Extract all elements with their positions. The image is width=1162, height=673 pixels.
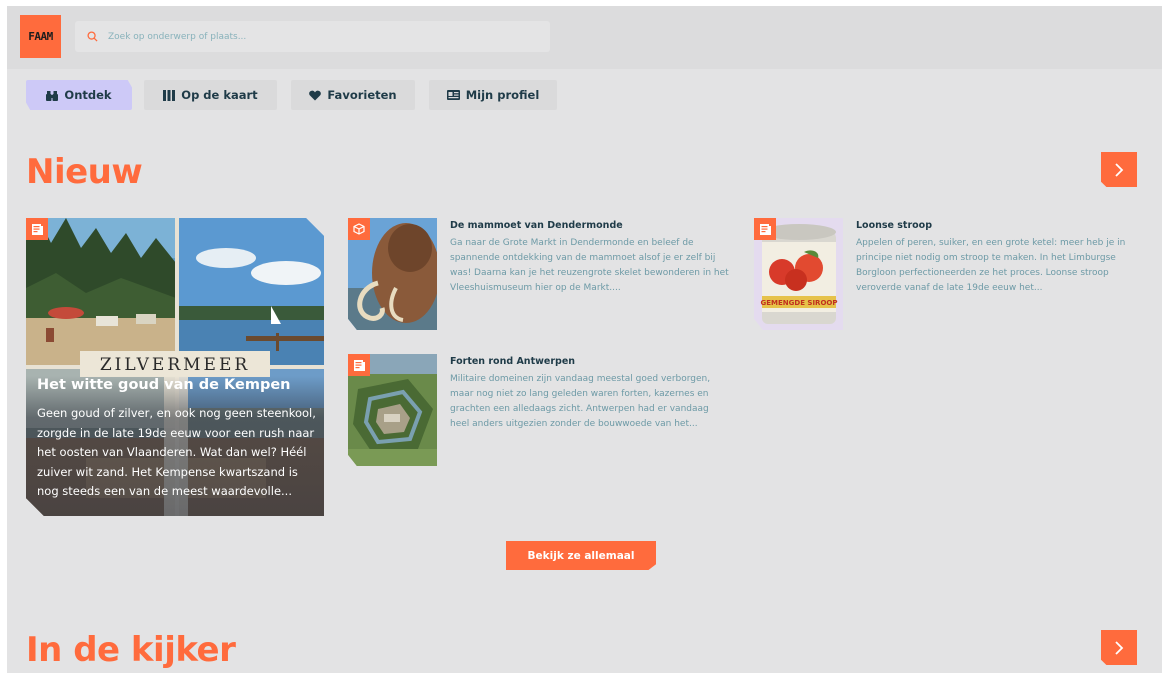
card-title: Loonse stroop — [856, 220, 933, 231]
card-text: Ga naar de Grote Markt in Dendermonde en… — [450, 238, 729, 293]
card-text: Appelen of peren, suiker, en een grote k… — [856, 238, 1126, 293]
search-input[interactable] — [108, 31, 528, 42]
chevron-right-icon — [1115, 640, 1124, 655]
tab-label: Op de kaart — [181, 88, 258, 102]
heart-icon — [309, 90, 322, 100]
article-icon — [353, 359, 365, 371]
tab-label: Mijn profiel — [465, 88, 540, 102]
article-icon — [31, 223, 43, 235]
card-mammoet[interactable]: De mammoet van Dendermonde Ga naar de Gr… — [348, 218, 729, 330]
section-title-in-de-kijker: In de kijker — [26, 630, 236, 670]
search-bar[interactable] — [75, 21, 550, 52]
card-title: De mammoet van Dendermonde — [450, 220, 623, 231]
faam-logo[interactable]: FAAM — [20, 15, 61, 58]
feature-text: Geen goud of zilver, en ook nog geen ste… — [37, 406, 316, 498]
tab-mijn-profiel[interactable]: Mijn profiel — [429, 80, 557, 110]
feature-badge — [26, 218, 48, 240]
card-forten[interactable]: Forten rond Antwerpen Militaire domeinen… — [348, 354, 728, 466]
top-bar: FAAM — [7, 6, 1162, 69]
card-badge — [754, 218, 776, 240]
in-de-kijker-next-button[interactable] — [1101, 630, 1137, 665]
tab-label: Favorieten — [327, 88, 397, 102]
nieuw-next-button[interactable] — [1101, 152, 1137, 187]
tab-label: Ontdek — [64, 88, 112, 102]
can-label: GEMENGDE SIROOP — [761, 299, 838, 307]
id-card-icon — [446, 90, 460, 100]
sign-text: ZILVERMEER — [100, 355, 250, 375]
tab-op-de-kaart[interactable]: Op de kaart — [144, 80, 277, 110]
view-all-button[interactable]: Bekijk ze allemaal — [506, 541, 656, 570]
article-icon — [759, 223, 771, 235]
ar-cube-icon — [353, 223, 365, 235]
tab-ontdek[interactable]: Ontdek — [26, 80, 132, 110]
search-icon — [87, 31, 98, 42]
card-loonse-stroop[interactable]: GEMENGDE SIROOP Loonse stroop Appelen of… — [754, 218, 1134, 330]
card-text: Militaire domeinen zijn vandaag meestal … — [450, 374, 711, 429]
feature-card[interactable]: ZILVERMEER Het witte goud van de Kempen … — [26, 218, 324, 516]
card-badge — [348, 218, 370, 240]
feature-title: Het witte goud van de Kempen — [37, 377, 291, 393]
logo-text: FAAM — [28, 30, 53, 43]
map-icon — [163, 89, 176, 101]
binoculars-icon — [46, 90, 59, 101]
tab-favorieten[interactable]: Favorieten — [291, 80, 415, 110]
section-title-nieuw: Nieuw — [26, 152, 143, 192]
card-badge — [348, 354, 370, 376]
page: FAAM Ontdek — [7, 6, 1162, 673]
card-title: Forten rond Antwerpen — [450, 356, 576, 367]
chevron-right-icon — [1115, 162, 1124, 177]
